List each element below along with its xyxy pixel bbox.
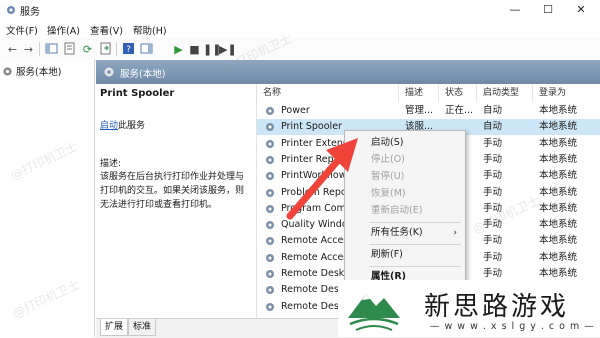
toolbar-separator (116, 42, 117, 56)
stop-icon[interactable]: ■ (186, 41, 203, 58)
close-button[interactable]: ✕ (566, 0, 596, 20)
maximize-button[interactable]: ☐ (533, 0, 563, 20)
cell-logon: 本地系统 (539, 186, 578, 198)
cell-logon: 本地系统 (539, 202, 578, 214)
menu-view[interactable]: 查看(V) (90, 23, 123, 37)
service-gear-icon (266, 204, 274, 213)
menu-separator (369, 266, 461, 267)
service-gear-icon (266, 237, 274, 246)
menu-bar: 文件(F) 操作(A) 查看(V) 帮助(H) (0, 20, 600, 39)
services-gear-icon (3, 67, 12, 76)
service-gear-icon (266, 123, 274, 132)
column-header-logon-as[interactable]: 登录为 (533, 84, 600, 102)
cell-startup: 手动 (483, 235, 503, 247)
cell-startup: 自动 (483, 121, 503, 133)
tab-standard[interactable]: 标准 (128, 319, 157, 336)
cell-logon: 本地系统 (539, 170, 578, 182)
services-gear-icon (7, 6, 15, 14)
export-list-icon[interactable] (97, 41, 114, 58)
service-detail-panel: Print Spooler 启动此服务 描述: 该服务在后台执行打印作业并处理与… (96, 84, 254, 320)
cell-startup: 自动 (483, 105, 503, 116)
start-service-suffix: 此服务 (118, 121, 146, 131)
service-gear-icon (266, 172, 274, 181)
pane-header-title: 服务(本地) (120, 69, 166, 80)
service-gear-icon (266, 221, 274, 230)
service-gear-icon (266, 139, 274, 148)
cell-startup: 手动 (483, 153, 503, 165)
cell-logon: 本地系统 (539, 105, 578, 116)
show-hide-pane-icon[interactable] (138, 41, 155, 58)
cell-desc: 管理... (405, 105, 434, 116)
service-gear-icon (266, 188, 274, 197)
tab-extended[interactable]: 扩展 (100, 319, 129, 336)
service-name-heading: Print Spooler (100, 88, 175, 99)
console-tree-icon[interactable] (43, 41, 60, 58)
menu-separator (369, 222, 461, 223)
menu-file[interactable]: 文件(F) (6, 23, 38, 37)
service-gear-icon (266, 253, 274, 262)
table-row[interactable]: Power 管理... 正在... 自动 本地系统 (257, 103, 600, 119)
cell-logon: 本地系统 (539, 121, 578, 133)
cell-logon: 本地系统 (539, 153, 578, 165)
service-gear-icon (266, 107, 274, 115)
cell-logon: 本地系统 (539, 137, 578, 149)
cell-name: Power (281, 105, 310, 116)
pane-header: 服务(本地) (96, 60, 600, 84)
cell-logon: 本地系统 (539, 235, 578, 247)
menu-item-all-tasks-label: 所有任务(K) (371, 227, 423, 238)
toolbar: ← → ⟳ ? ▶ ■ ❚❚ ▶❚ (0, 38, 600, 61)
cell-logon: 本地系统 (539, 219, 578, 231)
start-icon[interactable]: ▶ (170, 41, 187, 58)
description-text: 该服务在后台执行打印作业并处理与打印机的交互。如果关闭该服务，则无法进行打印或查… (100, 172, 245, 210)
services-gear-icon (104, 67, 114, 77)
column-header-name[interactable]: 名称 (257, 84, 399, 102)
cell-startup: 手动 (483, 251, 503, 263)
service-gear-icon (266, 286, 274, 295)
title-bar: 服务 — ☐ ✕ (0, 0, 600, 20)
column-header-status[interactable]: 状态 (439, 84, 477, 102)
menu-item-all-tasks[interactable]: 所有任务(K) › (345, 225, 465, 241)
service-gear-icon (266, 270, 274, 278)
annotation-arrow-icon (286, 138, 358, 220)
properties-sheet-icon[interactable] (61, 41, 78, 58)
pause-icon[interactable]: ❚❚ (202, 41, 221, 58)
svg-text:?: ? (126, 45, 131, 55)
site-brand-overlay: 新思路游戏 — w w w . x s l g y . c o m — (338, 280, 600, 337)
toolbar-separator (39, 42, 40, 56)
start-service-line: 启动此服务 (100, 118, 145, 131)
service-gear-icon (266, 302, 274, 311)
submenu-arrow-icon: › (453, 228, 457, 238)
cell-startup: 手动 (483, 170, 503, 182)
cell-logon: 本地系统 (539, 251, 578, 263)
description-label: 描述: (100, 159, 122, 169)
brand-name: 新思路游戏 (424, 292, 570, 322)
brand-logo-icon (348, 294, 400, 331)
service-gear-icon (266, 155, 274, 164)
column-header-startup-type[interactable]: 启动类型 (477, 84, 533, 102)
menu-help[interactable]: 帮助(H) (133, 23, 167, 37)
menu-separator (369, 244, 461, 245)
tree-item-services-local[interactable]: 服务(本地) (16, 64, 61, 78)
brand-url: — w w w . x s l g y . c o m — (430, 321, 595, 332)
back-icon[interactable]: ← (4, 41, 21, 58)
menu-action[interactable]: 操作(A) (47, 23, 80, 37)
help-icon[interactable]: ? (120, 41, 137, 58)
minimize-button[interactable]: — (500, 0, 530, 20)
refresh-icon[interactable]: ⟳ (79, 41, 96, 58)
column-header-description[interactable]: 描述 (399, 84, 439, 102)
start-service-link[interactable]: 启动 (100, 121, 118, 131)
forward-icon[interactable]: → (20, 41, 37, 58)
cell-status: 正在... (445, 105, 474, 116)
cell-startup: 手动 (483, 137, 503, 149)
menu-item-refresh[interactable]: 刷新(F) (345, 247, 465, 263)
window-title: 服务 (20, 7, 40, 18)
